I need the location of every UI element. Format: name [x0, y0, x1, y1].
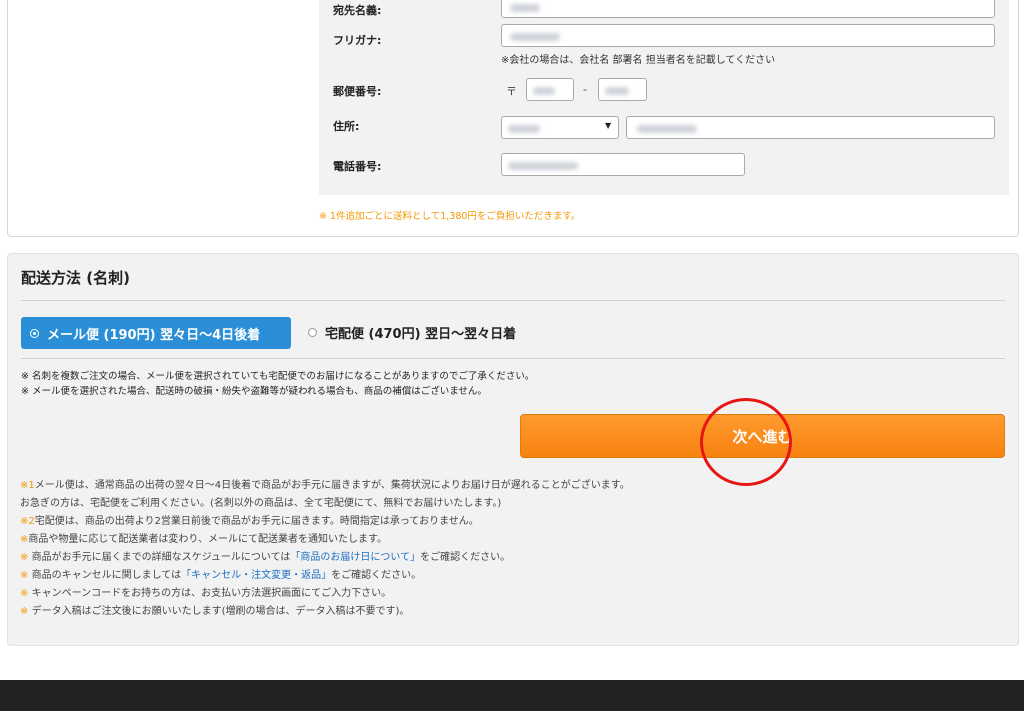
shipping-option-mail[interactable]: メール便 (190円) 翌々日～4日後着 [21, 317, 291, 349]
note-line: ※商品や物量に応じて配送業者は変わり、メールにて配送業者を通知いたします。 [20, 534, 387, 545]
shipping-option-home[interactable]: 宅配便 (470円) 翌日～翌々日着 [308, 323, 516, 342]
divider [21, 300, 1005, 301]
footer [0, 680, 1024, 711]
delivery-date-link[interactable]: 「商品のお届け日について」 [290, 552, 420, 563]
extra-fee-note: ※ 1件追加ごとに送料として1,380円をご負担いただきます。 [319, 211, 581, 222]
shipping-option-mail-label: メール便 (190円) 翌々日～4日後着 [47, 327, 261, 343]
note-line: ※1メール便は、通常商品の出荷の翌々日～4日後着で商品がお手元に届きますが、集荷… [20, 480, 630, 491]
note-line: ※ キャンペーンコードをお持ちの方は、お支払い方法選択画面にてご入力下さい。 [20, 588, 392, 599]
shipping-option-home-label: 宅配便 (470円) 翌日～翌々日着 [325, 327, 517, 342]
shipping-warning-2: ※ メール便を選択された場合、配送時の破損・紛失や盗難等が疑われる場合も、商品の… [21, 386, 487, 397]
annotation-circle [700, 398, 792, 486]
chevron-down-icon: ▼ [605, 121, 612, 130]
prefecture-select[interactable] [501, 116, 619, 139]
zip-dash: - [583, 83, 587, 96]
phone-input[interactable] [501, 153, 745, 176]
zip-input-first[interactable] [526, 78, 574, 101]
zip-mark: 〒 [506, 85, 517, 98]
shipping-title: 配送方法 (名刺) [21, 269, 130, 287]
note-line: ※ 商品のキャンセルに関しましては「キャンセル・注文変更・返品」をご確認ください… [20, 570, 422, 581]
note-line: ※ 商品がお手元に届くまでの詳細なスケジュールについては「商品のお届け日について… [20, 552, 511, 563]
kana-label: フリガナ: [333, 34, 382, 47]
kana-note: ※会社の場合は、会社名 部署名 担当者名を記載してください [501, 55, 776, 66]
radio-selected-icon[interactable] [30, 328, 39, 338]
name-label: 宛先名義: [333, 4, 382, 17]
phone-label: 電話番号: [333, 160, 382, 173]
name-input[interactable] [501, 0, 995, 18]
note-line: ※ データ入稿はご注文後にお願いいたします(増刷の場合は、データ入稿は不要です)… [20, 606, 410, 617]
zip-input-second[interactable] [598, 78, 647, 101]
kana-input[interactable] [501, 24, 995, 47]
address-label: 住所: [333, 120, 360, 133]
zip-label: 郵便番号: [333, 85, 382, 98]
address-input[interactable] [626, 116, 995, 139]
divider [21, 358, 1005, 359]
note-line: ※2宅配便は、商品の出荷より2営業日前後で商品がお手元に届きます。時間指定は承っ… [20, 516, 479, 527]
shipping-warning-1: ※ 名刺を複数ご注文の場合、メール便を選択されていても宅配便でのお届けになること… [21, 371, 535, 382]
cancel-return-link[interactable]: 「キャンセル・注文変更・返品」 [181, 570, 331, 581]
radio-unselected-icon[interactable] [308, 328, 317, 337]
note-line: お急ぎの方は、宅配便をご利用ください。(名刺以外の商品は、全て宅配便にて、無料で… [20, 498, 502, 509]
